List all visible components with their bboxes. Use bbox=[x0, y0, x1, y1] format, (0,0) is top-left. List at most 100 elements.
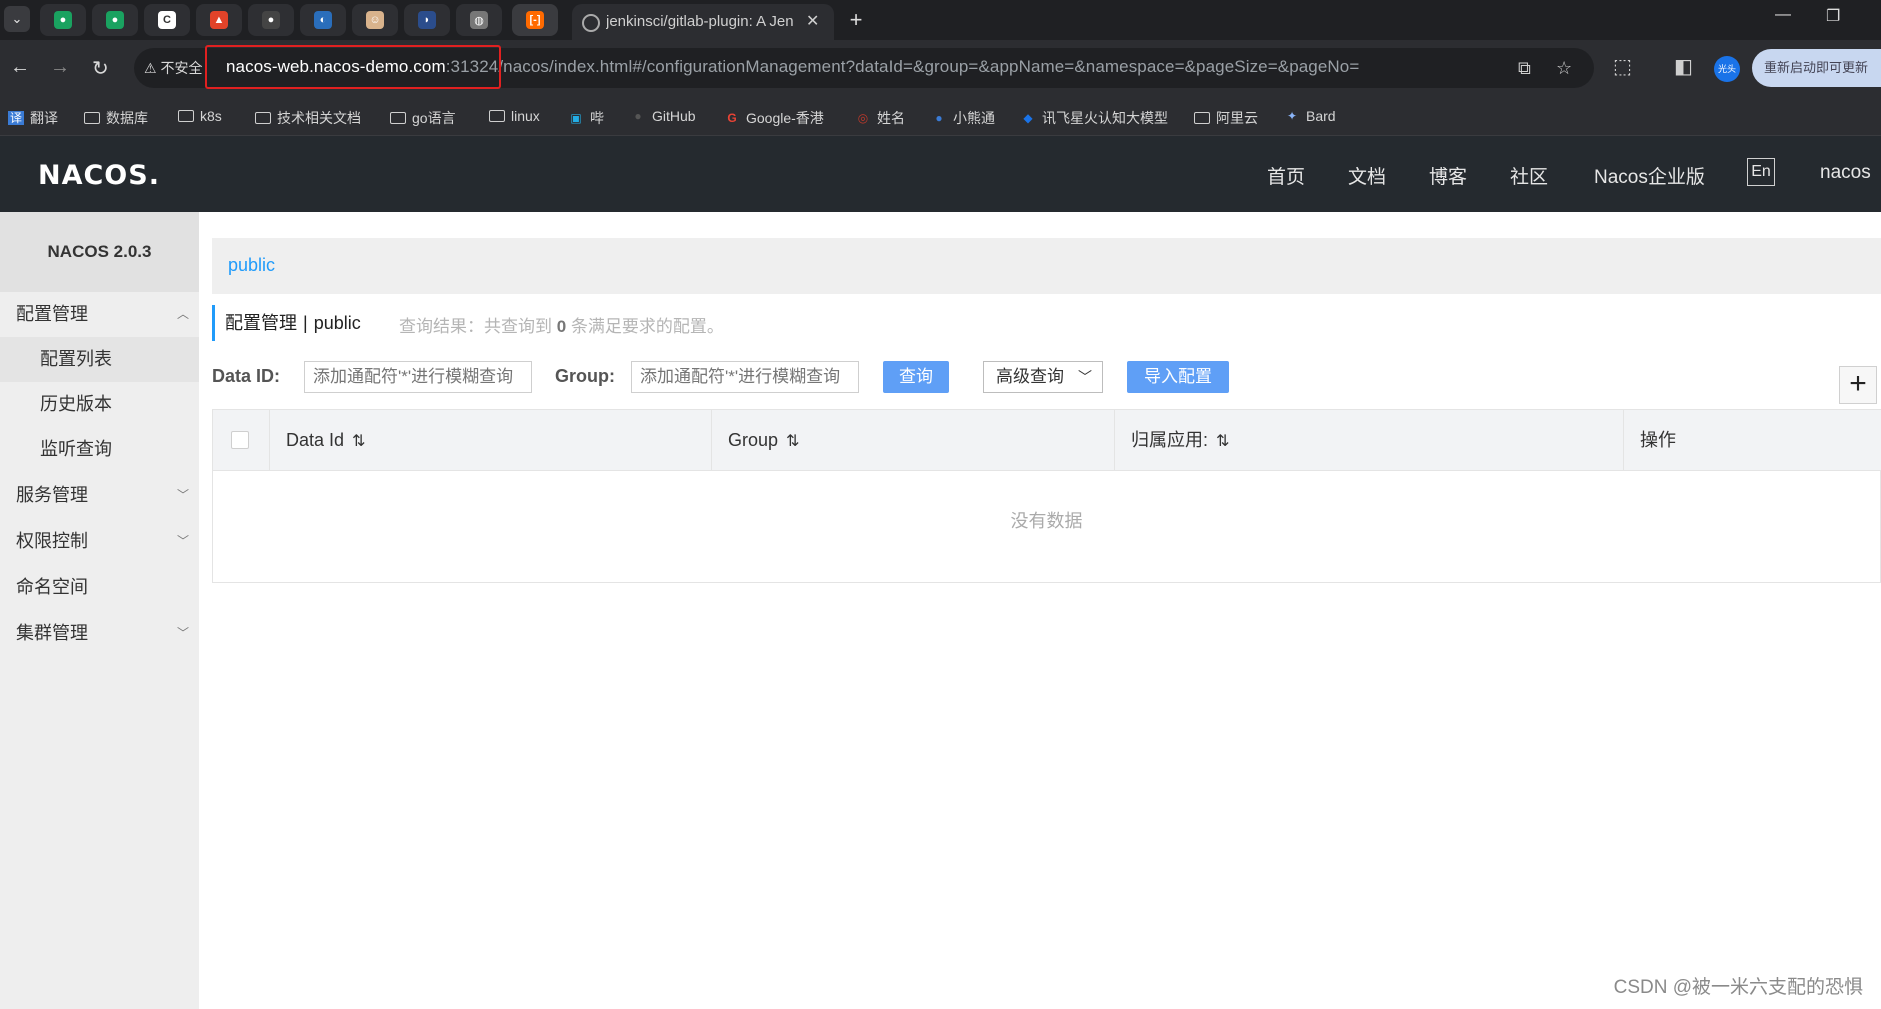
bookmark-folder[interactable]: 技术相关文档 bbox=[255, 108, 361, 128]
bookmark-item[interactable]: ● 小熊通 bbox=[931, 108, 995, 128]
sidebar-item-namespace[interactable]: 命名空间 bbox=[0, 565, 199, 610]
bookmark-item[interactable]: ✦ Bard bbox=[1284, 108, 1336, 124]
bookmark-folder[interactable]: linux bbox=[489, 108, 540, 124]
nav-community[interactable]: 社区 bbox=[1510, 162, 1548, 189]
bookmark-folder[interactable]: go语言 bbox=[390, 108, 456, 128]
column-header-app[interactable]: 归属应用: ⇅ bbox=[1114, 410, 1229, 471]
page-title: 配置管理 bbox=[225, 313, 297, 333]
back-icon[interactable]: ← bbox=[10, 56, 30, 79]
pinned-tab[interactable]: ● bbox=[92, 4, 138, 36]
sidebar-item-cluster-management[interactable]: 集群管理 ﹀ bbox=[0, 611, 199, 656]
pinned-tab[interactable]: ▲ bbox=[196, 4, 242, 36]
bookmarks-bar: 译翻译 数据库 k8s 技术相关文档 go语言 linux ▣ 哔 ● GitHub… bbox=[0, 98, 1881, 136]
query-button[interactable]: 查询 bbox=[883, 361, 949, 393]
bookmark-item[interactable]: ◎ 姓名 bbox=[855, 108, 905, 128]
query-result-prefix: 查询结果：共查询到 bbox=[399, 317, 552, 336]
xunfei-icon: ◆ bbox=[1023, 111, 1033, 125]
bilibili-icon: ▣ bbox=[570, 111, 582, 125]
bookmark-item[interactable]: ▣ 哔 bbox=[568, 108, 604, 128]
active-tab[interactable]: jenkinsci/gitlab-plugin: A Jen ✕ bbox=[572, 4, 834, 40]
sidebar-item-history[interactable]: 历史版本 bbox=[0, 382, 199, 427]
column-header-dataid[interactable]: Data Id ⇅ bbox=[269, 410, 365, 471]
translate-icon[interactable]: ⧉ bbox=[1518, 58, 1531, 79]
close-tab-icon[interactable]: ✕ bbox=[806, 11, 819, 31]
url-highlight-box bbox=[205, 45, 501, 89]
sidebar-item-config-list[interactable]: 配置列表 bbox=[0, 337, 199, 382]
sort-icon[interactable]: ⇅ bbox=[352, 433, 365, 450]
sort-icon[interactable]: ⇅ bbox=[1216, 433, 1229, 450]
sort-icon[interactable]: ⇅ bbox=[786, 433, 799, 450]
sidebar-item-label: 集群管理 bbox=[16, 623, 88, 643]
pinned-tab[interactable]: ● bbox=[40, 4, 86, 36]
profile-avatar[interactable]: 光头 bbox=[1714, 56, 1740, 82]
query-result-count: 0 bbox=[556, 317, 567, 336]
group-input[interactable] bbox=[631, 361, 859, 393]
reload-icon[interactable]: ↻ bbox=[92, 56, 109, 81]
folder-icon bbox=[1194, 112, 1210, 124]
side-panel-icon[interactable]: ◧ bbox=[1674, 54, 1693, 79]
pinned-tab[interactable]: ◗ bbox=[404, 4, 450, 36]
namespace-tab-public[interactable]: public bbox=[228, 255, 275, 276]
new-tab-button[interactable]: + bbox=[843, 8, 869, 34]
pinned-tab[interactable]: ● bbox=[248, 4, 294, 36]
language-toggle[interactable]: En bbox=[1747, 158, 1775, 186]
breadcrumb: 配置管理 | public bbox=[212, 305, 361, 341]
minimize-icon[interactable]: — bbox=[1775, 6, 1791, 24]
import-config-button[interactable]: 导入配置 bbox=[1127, 361, 1229, 393]
bookmark-label: Bard bbox=[1306, 108, 1336, 124]
bookmark-label: 阿里云 bbox=[1216, 110, 1258, 126]
nav-docs[interactable]: 文档 bbox=[1348, 162, 1386, 189]
empty-state: 没有数据 bbox=[1010, 511, 1083, 531]
bookmark-item[interactable]: ◆ 讯飞星火认知大模型 bbox=[1020, 108, 1168, 128]
user-menu[interactable]: nacos bbox=[1820, 162, 1871, 184]
forward-icon[interactable]: → bbox=[50, 56, 70, 79]
column-header-group[interactable]: Group ⇅ bbox=[711, 410, 799, 471]
chevron-down-icon: ﹀ bbox=[176, 534, 189, 548]
advanced-query-dropdown[interactable]: 高级查询 ﹀ bbox=[983, 361, 1103, 393]
nav-blog[interactable]: 博客 bbox=[1429, 162, 1467, 189]
restore-icon[interactable]: ❐ bbox=[1826, 6, 1840, 26]
bookmark-folder[interactable]: 阿里云 bbox=[1194, 108, 1258, 128]
query-result-suffix: 条满足要求的配置。 bbox=[570, 317, 724, 336]
bookmark-item[interactable]: G Google-香港 bbox=[724, 108, 823, 128]
select-all-checkbox[interactable] bbox=[231, 431, 249, 449]
bookmark-label: 哔 bbox=[590, 110, 604, 126]
browser-tab-bar: ⌄ ● ● C ▲ ● ◐ ☺ ◗ ◍ [-] jenkinsci/gitlab… bbox=[0, 0, 1881, 40]
pinned-tab[interactable]: ◍ bbox=[456, 4, 502, 36]
nacos-logo[interactable]: NACOS. bbox=[38, 160, 160, 191]
bookmark-item[interactable]: ● GitHub bbox=[630, 108, 695, 124]
config-table: Data Id ⇅ Group ⇅ 归属应用: ⇅ 操作 没有数据 bbox=[212, 409, 1881, 583]
app-header: NACOS. 首页 文档 博客 社区 Nacos企业版 En nacos bbox=[0, 136, 1881, 212]
advanced-query-label: 高级查询 bbox=[996, 367, 1064, 386]
security-warning[interactable]: ⚠ 不安全 bbox=[144, 58, 202, 78]
dataid-input[interactable] bbox=[304, 361, 532, 393]
tab-search-chevron-icon[interactable]: ⌄ bbox=[4, 6, 30, 32]
bookmark-folder[interactable]: k8s bbox=[178, 108, 222, 124]
pinned-tab[interactable]: [-] bbox=[512, 4, 558, 36]
bookmark-item[interactable]: 译翻译 bbox=[8, 108, 58, 128]
sidebar-item-listen-query[interactable]: 监听查询 bbox=[0, 427, 199, 472]
sidebar-item-service-management[interactable]: 服务管理 ﹀ bbox=[0, 473, 199, 518]
translate-icon: 译 bbox=[8, 111, 24, 125]
bookmark-label: 技术相关文档 bbox=[277, 110, 361, 126]
sidebar-item-auth-control[interactable]: 权限控制 ﹀ bbox=[0, 519, 199, 564]
pinned-tab[interactable]: C bbox=[144, 4, 190, 36]
security-label: 不安全 bbox=[160, 60, 203, 76]
bookmark-label: 姓名 bbox=[877, 110, 905, 126]
pinned-tab[interactable]: ◐ bbox=[300, 4, 346, 36]
bookmark-star-icon[interactable]: ☆ bbox=[1556, 58, 1572, 79]
bookmark-label: 数据库 bbox=[106, 110, 148, 126]
jenkins-icon: ☺ bbox=[366, 11, 384, 29]
add-config-button[interactable]: + bbox=[1839, 366, 1877, 404]
sidebar-title: NACOS 2.0.3 bbox=[0, 212, 199, 292]
nav-home[interactable]: 首页 bbox=[1267, 162, 1305, 189]
nav-enterprise[interactable]: Nacos企业版 bbox=[1594, 162, 1705, 189]
sidebar-item-config-management[interactable]: 配置管理 ︿ bbox=[0, 292, 199, 337]
chevron-down-icon: ﹀ bbox=[176, 626, 189, 640]
update-button[interactable]: 重新启动即可更新 bbox=[1752, 49, 1881, 87]
folder-icon bbox=[489, 110, 505, 122]
extensions-icon[interactable]: ⬚ bbox=[1613, 54, 1632, 79]
bookmark-folder[interactable]: 数据库 bbox=[84, 108, 148, 128]
pinned-tab[interactable]: ☺ bbox=[352, 4, 398, 36]
google-icon: G bbox=[727, 111, 737, 125]
